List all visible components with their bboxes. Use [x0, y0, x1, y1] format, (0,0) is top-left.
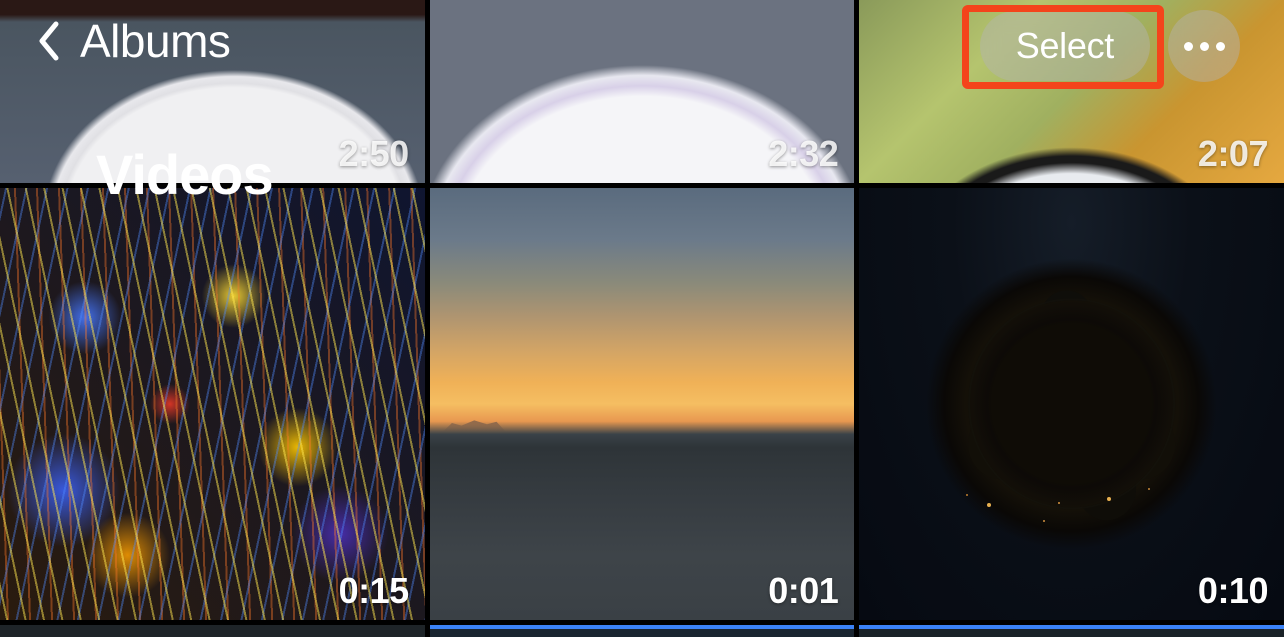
video-thumbnail[interactable]: 0:10 [859, 188, 1284, 620]
video-thumbnail[interactable]: 2:32 [430, 0, 855, 183]
chevron-left-icon [36, 20, 60, 62]
video-thumbnail[interactable]: 0:01 [430, 188, 855, 620]
video-duration: 0:10 [1198, 570, 1268, 612]
video-duration: 0:15 [339, 570, 409, 612]
back-button[interactable]: Albums [36, 14, 230, 68]
video-duration: 2:32 [768, 133, 838, 175]
back-label: Albums [80, 14, 230, 68]
video-duration: 0:01 [768, 570, 838, 612]
ellipsis-icon [1184, 42, 1225, 51]
more-options-button[interactable] [1168, 10, 1240, 82]
select-button[interactable]: Select [980, 11, 1150, 81]
video-thumbnail[interactable]: 0:15 [0, 188, 425, 620]
video-duration: 2:07 [1198, 133, 1268, 175]
video-duration: 2:50 [339, 133, 409, 175]
